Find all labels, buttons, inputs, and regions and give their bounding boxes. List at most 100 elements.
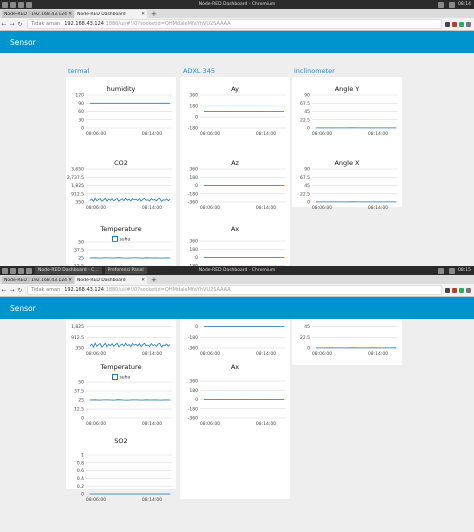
dashboard-header: Sensor: [0, 31, 474, 53]
tab-dashboard[interactable]: Node-RED Dashboard ✕: [75, 10, 147, 18]
reload-icon[interactable]: ↻: [16, 21, 24, 28]
forward-icon[interactable]: →: [8, 21, 16, 28]
data-point: [154, 344, 155, 345]
extension-icon[interactable]: [445, 21, 450, 27]
x-tick-label: 08:06:00: [200, 421, 220, 427]
data-point: [127, 399, 128, 401]
browser-icon[interactable]: [10, 1, 16, 8]
tab-dashboard[interactable]: Node-RED Dashboard ✕: [75, 276, 147, 284]
folder-icon[interactable]: [18, 267, 24, 274]
data-point: [103, 257, 105, 259]
taskbar-task[interactable]: Node-RED Dashboard - C...: [35, 267, 102, 274]
menu-icon[interactable]: [2, 1, 8, 8]
chart-so2[interactable]: SO2 1 0.8 0.6 0.4 0.2 0 08:06:00 08:14:00: [66, 437, 176, 503]
data-point: [344, 201, 346, 203]
back-icon[interactable]: ←: [0, 287, 8, 294]
data-point: [99, 198, 101, 199]
data-point: [99, 343, 101, 344]
y-tick-label: 912.5: [71, 335, 84, 341]
data-point: [141, 399, 143, 401]
data-point: [96, 346, 98, 347]
tab-node-red-editor[interactable]: Node-RED : 192.168.43.124 ✕: [2, 276, 74, 284]
taskbar-task[interactable]: Preferensi Panel: [104, 267, 147, 274]
data-point: [116, 198, 118, 199]
x-tick-label: 08:14:00: [256, 131, 276, 137]
y-tick-label: 360: [189, 167, 198, 173]
terminal-icon[interactable]: [26, 267, 32, 274]
volume-icon[interactable]: [449, 267, 456, 274]
data-point: [89, 345, 91, 347]
volume-icon[interactable]: [449, 1, 456, 8]
menu-dots-icon[interactable]: [466, 287, 471, 293]
data-point: [136, 399, 138, 401]
chart-ax[interactable]: Ax3601800-180-36008:06:0008:14:00: [180, 223, 290, 266]
data-point: [166, 343, 167, 345]
reload-icon[interactable]: ↻: [16, 287, 24, 294]
data-point: [154, 199, 155, 200]
menu-dots-icon[interactable]: [466, 21, 471, 27]
chart-angle-y[interactable]: Angle Y 90 67.5 45 22.5 0 08:06:00 08:14:00: [292, 77, 402, 137]
menu-icon[interactable]: [2, 267, 8, 274]
chart-humidity[interactable]: humidity 120 90 60 30 0 08:06:00 08:14:00: [66, 77, 176, 137]
data-point: [99, 257, 100, 259]
chart-ay[interactable]: Ay 360 180 0 -180 08:06:00 08:14:00: [180, 77, 290, 137]
data-point: [315, 201, 317, 203]
close-icon[interactable]: ✕: [141, 12, 145, 17]
new-tab-button[interactable]: +: [151, 276, 157, 284]
data-point: [144, 343, 145, 344]
browser-tabbar: Node-RED : 192.168.43.124 ✕ Node-RED Dash…: [0, 9, 474, 18]
browser-icon[interactable]: [10, 267, 16, 274]
data-point: [101, 493, 102, 495]
x-tick-label: 08:14:00: [256, 351, 276, 357]
url-input[interactable]: Tidak aman 192.168.43.124 :1880/ui/#!/0?…: [27, 285, 442, 295]
chart-co2[interactable]: 3,6502,737.51,825912.535008:06:0008:14:0…: [66, 319, 176, 357]
y-tick-label: 2,737.5: [67, 175, 84, 181]
y-tick-label: 120: [75, 93, 84, 99]
data-point: [272, 399, 273, 400]
terminal-icon[interactable]: [26, 1, 32, 8]
new-tab-button[interactable]: +: [151, 10, 157, 18]
y-tick-label: 50: [78, 240, 84, 246]
series-line: [89, 342, 171, 348]
tab-label: Node-RED : 192.168.43.124: [4, 277, 67, 283]
data-point: [249, 111, 250, 112]
data-point: [123, 200, 125, 201]
data-point: [156, 346, 157, 347]
data-point: [155, 257, 157, 259]
chart-co2[interactable]: CO2 3,650 2,737.5 1,825 912.5 350 08:06:00 08:1…: [66, 151, 176, 211]
wifi-icon[interactable]: [438, 1, 445, 8]
data-point: [157, 198, 159, 200]
chart-az[interactable]: Az 360 180 0 -180 -360 08:06:00 08:14:00: [180, 151, 290, 211]
extension-icon[interactable]: [459, 287, 464, 293]
tab-node-red-editor[interactable]: Node-RED : 192.168.43.124 ✕: [2, 10, 74, 18]
page-title: Sensor: [10, 37, 36, 47]
forward-icon[interactable]: →: [8, 287, 16, 294]
wifi-icon[interactable]: [438, 267, 445, 274]
extension-icon[interactable]: [445, 287, 450, 293]
chart-az[interactable]: 3601800-180-36008:06:0008:14:00: [180, 319, 290, 357]
security-label: Tidak aman: [31, 21, 61, 27]
chart-angle-x[interactable]: Angle X 90 67.5 45 22.5 0 08:06:00 08:14:00: [292, 151, 402, 211]
y-tick-label: 25: [78, 256, 84, 262]
close-icon[interactable]: ✕: [68, 278, 72, 283]
data-point: [169, 493, 171, 495]
extension-icon[interactable]: [459, 21, 464, 27]
data-point: [226, 185, 228, 186]
close-icon[interactable]: ✕: [141, 278, 145, 283]
data-point: [169, 199, 171, 200]
chart-temperature[interactable]: Temperature suhu5037.52512.5008:06:0008:…: [66, 363, 176, 427]
x-tick-label: 08:06:00: [86, 497, 106, 503]
extension-icon[interactable]: [452, 287, 457, 293]
chart-temperature[interactable]: Temperature suhu5037.52512.5008:06:0008:…: [66, 223, 176, 266]
extension-icon[interactable]: [452, 21, 457, 27]
data-point: [203, 399, 205, 400]
folder-icon[interactable]: [18, 1, 24, 8]
y-tick-label: 45: [304, 324, 310, 330]
close-icon[interactable]: ✕: [68, 12, 72, 17]
chart-angle-x[interactable]: 9067.54522.5008:06:0008:14:00: [292, 319, 402, 357]
url-input[interactable]: Tidak aman 192.168.43.124 :1880/ui/#!/0?…: [27, 19, 442, 29]
back-icon[interactable]: ←: [0, 21, 8, 28]
y-tick-label: 22.5: [300, 191, 310, 197]
data-point: [215, 111, 216, 112]
chart-ax[interactable]: Ax3601800-180-36008:06:0008:14:00: [180, 363, 290, 427]
